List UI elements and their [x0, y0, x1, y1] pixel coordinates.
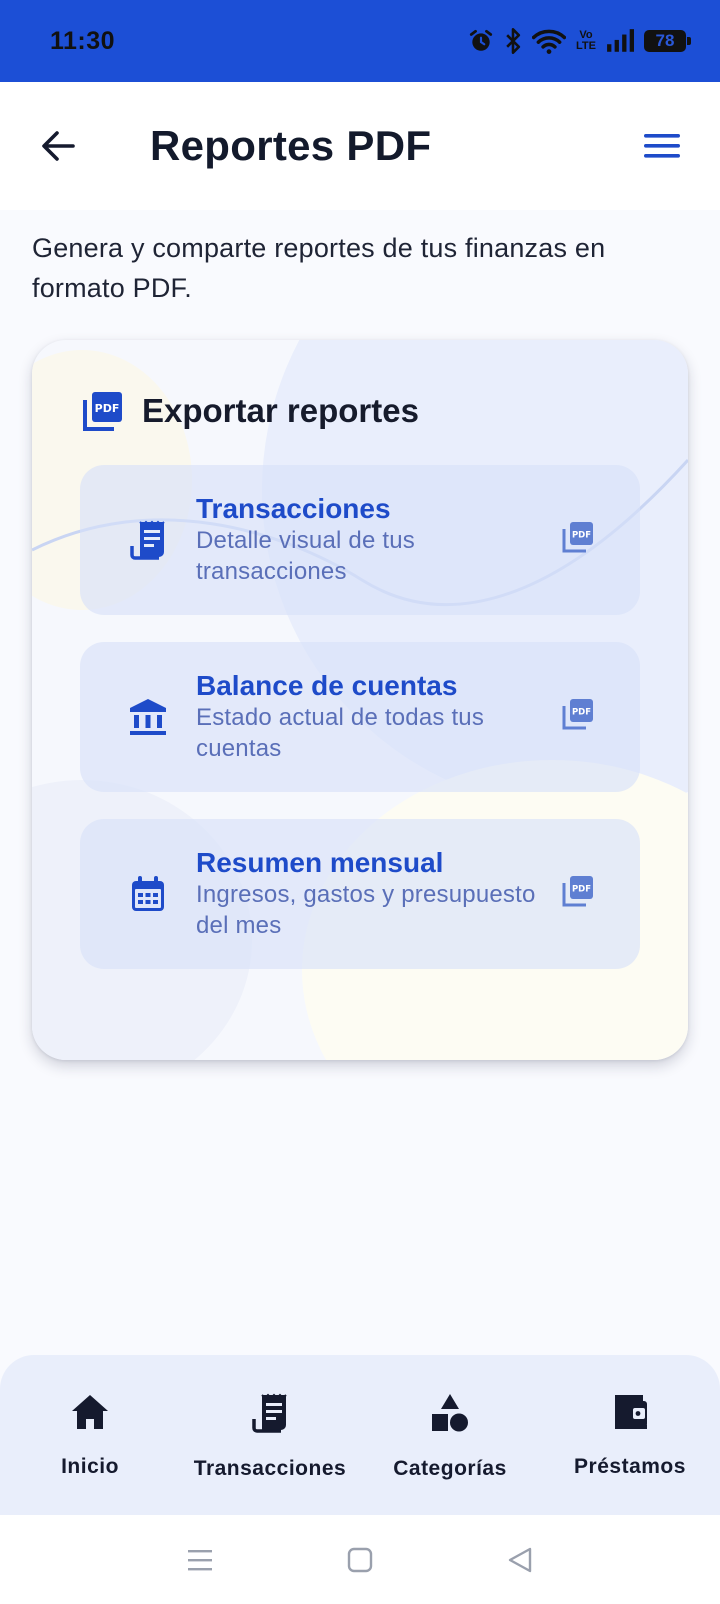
back-system-button[interactable] — [500, 1540, 540, 1580]
report-description: Estado actual de todas tus cuentas — [196, 704, 485, 762]
nav-label: Préstamos — [574, 1455, 686, 1478]
nav-item-prestamos[interactable]: Préstamos — [540, 1355, 720, 1515]
report-description: Detalle visual de tus transacciones — [196, 527, 415, 585]
pdf-badge: PDF — [572, 885, 591, 895]
alarm-icon — [469, 29, 493, 51]
page-title: Reportes PDF — [150, 122, 432, 169]
back-button[interactable] — [38, 126, 78, 166]
report-icon — [120, 875, 176, 913]
export-card: PDF Exportar reportes Transacciones Deta… — [32, 340, 688, 1060]
bank-icon — [130, 699, 166, 735]
report-icon — [120, 697, 176, 737]
status-bar: 11:30 Vo LTE 78 — [0, 0, 720, 82]
intro-text: Genera y comparte reportes de tus finanz… — [32, 233, 606, 303]
report-title: Resumen mensual — [196, 847, 444, 878]
app-bar: Reportes PDF — [0, 82, 720, 210]
report-title: Balance de cuentas — [196, 670, 458, 701]
receipt-icon — [252, 1393, 287, 1433]
home-system-button[interactable] — [340, 1540, 380, 1580]
menu-button[interactable] — [642, 126, 682, 166]
pdf-icon: PDF — [562, 876, 593, 907]
home-icon — [72, 1395, 108, 1429]
report-description: Ingresos, gastos y presupuesto del mes — [196, 881, 536, 939]
pdf-badge: PDF — [95, 402, 120, 415]
report-title: Transacciones — [196, 493, 391, 524]
pdf-icon: PDF — [562, 699, 593, 730]
nav-label: Categorías — [393, 1457, 507, 1480]
pdf-button[interactable]: PDF — [562, 698, 594, 735]
nav-item-inicio[interactable]: Inicio — [0, 1355, 180, 1515]
nav-item-categorias[interactable]: Categorías — [360, 1355, 540, 1515]
shapes-icon — [432, 1394, 468, 1432]
report-balance-cuentas[interactable]: Balance de cuentas Estado actual de toda… — [80, 642, 640, 792]
battery-level: 78 — [655, 31, 675, 50]
pdf-badge: PDF — [572, 708, 591, 718]
arrow-left-icon — [42, 131, 75, 161]
report-transacciones[interactable]: Transacciones Detalle visual de tus tran… — [80, 465, 640, 615]
pdf-icon: PDF — [562, 522, 593, 553]
system-nav-bar — [0, 1515, 720, 1604]
report-resumen-mensual[interactable]: Resumen mensual Ingresos, gastos y presu… — [80, 819, 640, 969]
card-title: Exportar reportes — [142, 392, 419, 429]
recents-button[interactable] — [180, 1540, 220, 1580]
card-header: PDF Exportar reportes — [82, 390, 419, 432]
recents-icon — [188, 1549, 212, 1570]
nav-label: Inicio — [61, 1455, 119, 1478]
volte-icon: Vo LTE — [576, 30, 596, 52]
hamburger-menu-icon — [644, 134, 680, 158]
status-icons: Vo LTE 78 — [468, 27, 691, 55]
status-time: 11:30 — [50, 26, 116, 55]
bluetooth-icon — [506, 28, 521, 54]
pdf-stack-icon: PDF — [83, 392, 122, 431]
pdf-button[interactable]: PDF — [562, 875, 594, 912]
report-icon — [120, 520, 176, 560]
home-square-icon — [347, 1547, 373, 1572]
nav-label: Transacciones — [193, 1457, 347, 1480]
pdf-badge: PDF — [572, 531, 591, 541]
wifi-icon — [532, 29, 567, 54]
volte-label-bottom: LTE — [576, 40, 596, 52]
signal-icon — [607, 29, 634, 52]
pdf-button[interactable]: PDF — [562, 521, 594, 558]
bottom-nav: Inicio Transacciones Categorías Préstamo… — [0, 1355, 720, 1515]
calendar-icon — [132, 876, 164, 911]
back-triangle-icon — [508, 1547, 532, 1572]
battery-icon: 78 — [644, 30, 691, 52]
receipt-icon — [130, 520, 165, 560]
wallet-icon — [615, 1395, 647, 1429]
nav-item-transacciones[interactable]: Transacciones — [180, 1355, 360, 1515]
